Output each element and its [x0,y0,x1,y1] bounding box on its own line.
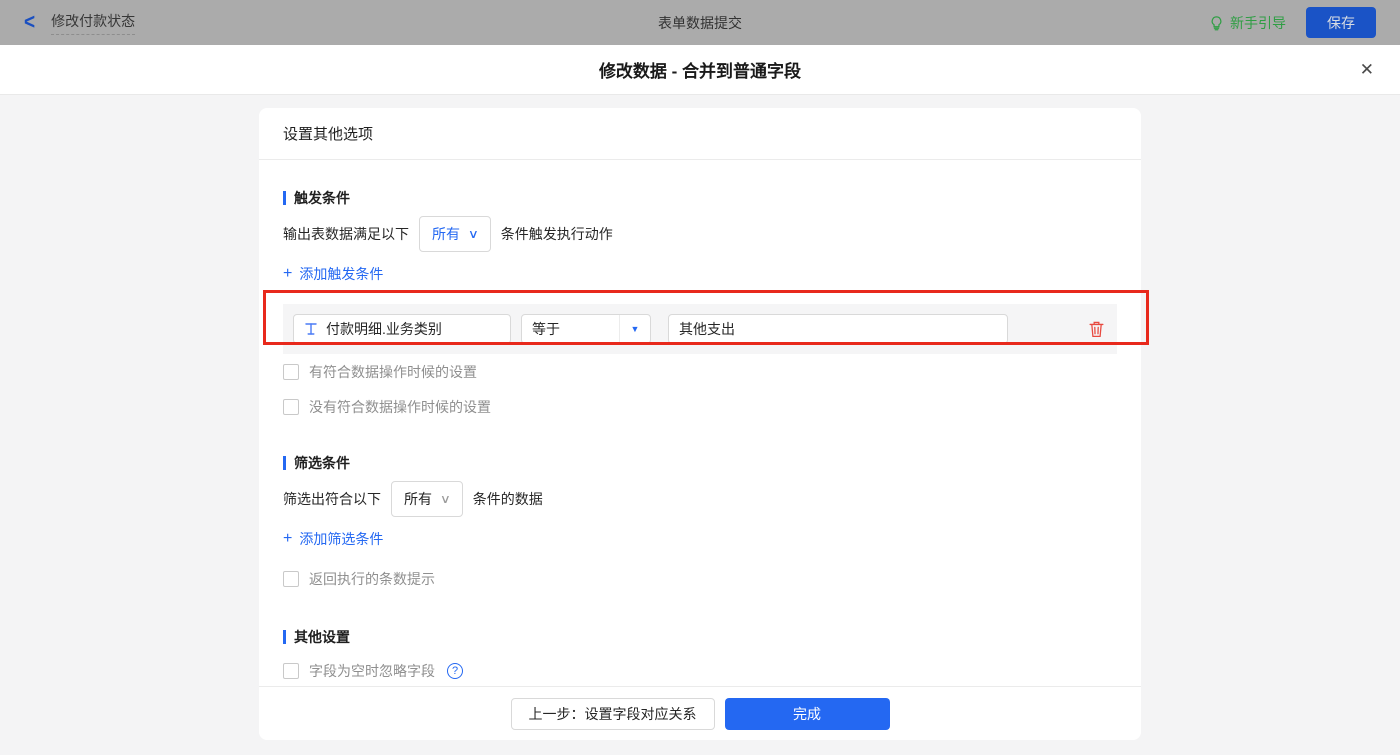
filter-scope-select[interactable]: 所有 ∨ [391,481,463,517]
count-tip-checkbox[interactable] [283,571,299,587]
dialog-header: 修改数据 - 合并到普通字段 ✕ [0,45,1400,95]
other-title-label: 其他设置 [294,629,350,645]
filter-title-label: 筛选条件 [294,455,350,471]
filter-section-title: 筛选条件 [283,453,1117,473]
topbar-title: 表单数据提交 [658,14,742,31]
no-match-setting-row: 没有符合数据操作时候的设置 [283,397,1117,417]
condition-value-input[interactable]: 其他支出 [668,314,1008,344]
guide-label: 新手引导 [1230,14,1286,31]
other-section-title: 其他设置 [283,627,1117,647]
ignore-empty-label: 字段为空时忽略字段 [309,663,435,679]
count-tip-label: 返回执行的条数提示 [309,571,435,587]
chevron-down-icon: ∨ [467,227,479,241]
top-bar: < 修改付款状态 表单数据提交 新手引导 保存 [0,0,1400,45]
panel-content: 触发条件 输出表数据满足以下 所有 ∨ 条件触发执行动作 + 添加触发条件 付款… [259,160,1141,686]
trash-icon [1089,321,1104,338]
text-field-icon [305,323,317,335]
trigger-match-row: 输出表数据满足以下 所有 ∨ 条件触发执行动作 [283,216,1117,252]
delete-condition-button[interactable] [1088,320,1105,338]
add-trigger-condition-link[interactable]: + 添加触发条件 [283,264,383,284]
has-match-checkbox[interactable] [283,364,299,380]
plus-icon: + [283,530,293,547]
count-tip-row: 返回执行的条数提示 [283,569,1117,589]
back-label[interactable]: 修改付款状态 [51,11,136,35]
panel-header: 设置其他选项 [259,108,1141,160]
condition-value-text: 其他支出 [679,321,735,337]
condition-operator-select[interactable]: 等于 ▼ [521,314,651,344]
dropdown-arrow-icon: ▼ [619,315,650,343]
lightbulb-icon [1211,15,1222,30]
plus-icon: + [283,265,293,282]
dialog-title: 修改数据 - 合并到普通字段 [598,62,802,81]
condition-field-input[interactable]: 付款明细.业务类别 [293,314,511,344]
add-trigger-condition-label: 添加触发条件 [299,266,384,282]
has-match-setting-row: 有符合数据操作时候的设置 [283,362,1117,382]
options-panel: 设置其他选项 触发条件 输出表数据满足以下 所有 ∨ 条件触发执行动作 + 添加… [259,108,1149,740]
has-match-label: 有符合数据操作时候的设置 [309,364,477,380]
filter-match-suffix: 条件的数据 [472,491,543,507]
condition-operator-value: 等于 [532,321,560,337]
save-button[interactable]: 保存 [1306,7,1376,38]
trigger-scope-value: 所有 [432,226,460,242]
section-accent-bar [283,456,286,470]
trigger-condition-row: 付款明细.业务类别 等于 ▼ 其他支出 [283,304,1117,354]
add-filter-condition-label: 添加筛选条件 [299,531,384,547]
trigger-title-label: 触发条件 [294,190,350,206]
condition-field-value: 付款明细.业务类别 [326,321,442,337]
beginner-guide-link[interactable]: 新手引导 [1209,13,1286,33]
close-icon[interactable]: ✕ [1360,60,1374,80]
add-filter-condition-link[interactable]: + 添加筛选条件 [283,529,383,549]
chevron-down-icon: ∨ [439,492,451,506]
dialog-body: 设置其他选项 触发条件 输出表数据满足以下 所有 ∨ 条件触发执行动作 + 添加… [0,95,1400,755]
previous-step-button[interactable]: 上一步：设置字段对应关系 [510,697,715,730]
trigger-match-prefix: 输出表数据满足以下 [283,226,409,242]
ignore-empty-row: 字段为空时忽略字段 ? [283,661,1117,681]
no-match-checkbox[interactable] [283,399,299,415]
ignore-empty-checkbox[interactable] [283,663,299,679]
topbar-actions: 新手引导 保存 [1209,7,1376,38]
section-accent-bar [283,191,286,205]
filter-scope-value: 所有 [404,491,432,507]
section-accent-bar [283,630,286,644]
filter-match-row: 筛选出符合以下 所有 ∨ 条件的数据 [283,481,1117,517]
trigger-scope-select[interactable]: 所有 ∨ [419,216,491,252]
done-button[interactable]: 完成 [724,697,890,730]
help-icon[interactable]: ? [447,663,463,679]
no-match-label: 没有符合数据操作时候的设置 [309,399,491,415]
trigger-match-suffix: 条件触发执行动作 [500,226,613,242]
back-navigation[interactable]: < 修改付款状态 [24,11,136,35]
trigger-section-title: 触发条件 [283,188,1117,208]
filter-match-prefix: 筛选出符合以下 [283,491,381,507]
back-chevron-icon[interactable]: < [24,12,35,34]
panel-footer: 上一步：设置字段对应关系 完成 [259,686,1141,740]
